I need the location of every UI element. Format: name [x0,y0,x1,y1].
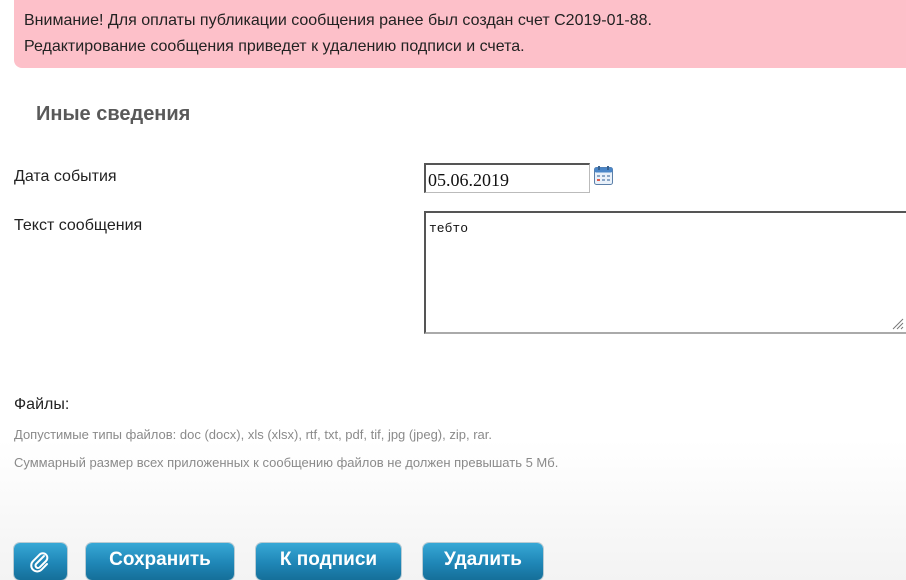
to-signature-button[interactable]: К подписи [256,543,401,580]
attach-file-button[interactable] [14,543,67,580]
files-label: Файлы: [14,396,70,413]
to-signature-button-label: К подписи [279,549,378,570]
delete-button-label: Удалить [444,549,522,570]
message-text-area[interactable]: тебто [424,211,906,334]
save-button[interactable]: Сохранить [86,543,234,580]
message-text-value: тебто [429,221,469,236]
paperclip-icon [30,552,49,573]
invoice-warning-alert: Внимание! Для оплаты публикации сообщени… [14,0,906,68]
section-title: Иные сведения [36,103,191,125]
event-date-label: Дата события [14,168,117,185]
event-date-field[interactable]: 05.06.2019 [424,163,590,193]
size-limit-hint: Суммарный размер всех приложенных к сооб… [14,455,559,470]
calendar-icon[interactable] [594,166,613,185]
save-button-label: Сохранить [109,549,211,570]
alert-line-invoice: Внимание! Для оплаты публикации сообщени… [24,12,652,29]
message-text-label: Текст сообщения [14,217,143,234]
alert-line-edit-warning: Редактирование сообщения приведет к удал… [24,38,525,55]
allowed-types-hint: Допустимые типы файлов: doc (docx), xls … [14,427,492,442]
delete-button[interactable]: Удалить [423,543,543,580]
resize-grip-icon[interactable] [892,318,904,330]
